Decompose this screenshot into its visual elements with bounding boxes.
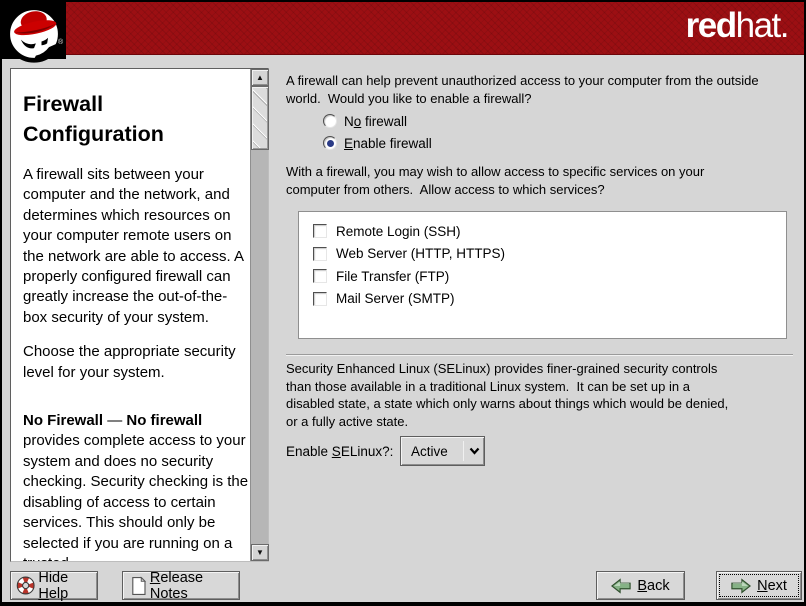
help-scrollbar[interactable]: ▲ ▼ — [250, 69, 268, 561]
arrow-right-icon — [731, 578, 751, 594]
selinux-dropdown-value: Active — [401, 444, 463, 459]
registered-trademark: ® — [58, 39, 63, 46]
redhat-logo-block — [2, 2, 66, 59]
help-text: Firewall Configuration A firewall sits b… — [11, 69, 250, 561]
scroll-down-button[interactable]: ▼ — [251, 544, 269, 561]
firewall-intro-text: A firewall can help prevent unauthorized… — [286, 72, 786, 107]
arrow-left-icon — [611, 578, 631, 594]
scrollbar-thumb[interactable] — [251, 86, 269, 150]
radio-button-icon — [323, 114, 337, 128]
checkbox-web-server[interactable]: Web Server (HTTP, HTTPS) — [313, 243, 786, 266]
wordmark-hat: hat. — [736, 6, 788, 45]
selinux-description-text: Security Enhanced Linux (SELinux) provid… — [286, 360, 741, 430]
help-paragraph-1: A firewall sits between your computer an… — [23, 165, 250, 328]
radio-button-selected-icon — [323, 136, 337, 150]
checkbox-mail-server-smtp[interactable]: Mail Server (SMTP) — [313, 288, 786, 311]
release-notes-button[interactable]: Release Notes — [122, 571, 240, 600]
back-button[interactable]: Back — [596, 571, 685, 600]
services-intro-text: With a firewall, you may wish to allow a… — [286, 163, 726, 198]
hide-help-button[interactable]: Hide Help — [10, 571, 98, 600]
service-label: Mail Server (SMTP) — [336, 291, 455, 306]
arrow-up-icon: ▲ — [256, 73, 264, 82]
redhat-shadowman-icon — [4, 4, 64, 64]
help-panel: Firewall Configuration A firewall sits b… — [10, 68, 269, 562]
wordmark-red: red — [686, 6, 736, 45]
next-label: Next — [757, 578, 787, 594]
help-rest: provides complete access to your system … — [23, 432, 248, 561]
arrow-down-icon: ▼ — [256, 548, 264, 557]
release-notes-label: Release Notes — [150, 570, 239, 602]
checkbox-icon — [313, 292, 327, 306]
service-label: File Transfer (FTP) — [336, 269, 449, 284]
help-title: Firewall Configuration — [23, 89, 246, 149]
scroll-up-button[interactable]: ▲ — [251, 69, 269, 86]
redhat-wordmark: redhat. — [686, 6, 788, 46]
radio-enable-firewall[interactable]: Enable firewall — [323, 135, 432, 151]
installer-window: redhat. ® Firewall Configuration A firew… — [0, 0, 806, 606]
help-bold-1: No Firewall — [23, 412, 103, 429]
chevron-down-icon — [464, 447, 484, 455]
checkbox-remote-login-ssh[interactable]: Remote Login (SSH) — [313, 220, 786, 243]
next-button[interactable]: Next — [716, 571, 802, 600]
help-paragraph-3: No Firewall — No firewall provides compl… — [23, 411, 250, 561]
radio-no-firewall-label: No firewall — [344, 114, 407, 129]
checkbox-icon — [313, 247, 327, 261]
checkbox-icon — [313, 224, 327, 238]
radio-enable-firewall-label: Enable firewall — [344, 136, 432, 151]
services-list: Remote Login (SSH) Web Server (HTTP, HTT… — [298, 211, 787, 339]
document-icon — [130, 576, 147, 596]
service-label: Remote Login (SSH) — [336, 224, 461, 239]
section-separator — [286, 354, 793, 356]
hide-help-label: Hide Help — [38, 570, 97, 602]
radio-no-firewall[interactable]: No firewall — [323, 113, 407, 129]
banner: redhat. — [2, 2, 804, 55]
checkbox-file-transfer-ftp[interactable]: File Transfer (FTP) — [313, 265, 786, 288]
enable-selinux-label: Enable SELinux?: — [286, 444, 393, 459]
help-bold-2: No firewall — [126, 412, 202, 429]
selinux-dropdown[interactable]: Active — [400, 436, 485, 466]
life-preserver-icon — [16, 575, 35, 596]
help-dash: — — [103, 412, 126, 429]
service-label: Web Server (HTTP, HTTPS) — [336, 246, 505, 261]
help-paragraph-2: Choose the appropriate security level fo… — [23, 342, 250, 383]
back-label: Back — [637, 578, 669, 594]
checkbox-icon — [313, 269, 327, 283]
